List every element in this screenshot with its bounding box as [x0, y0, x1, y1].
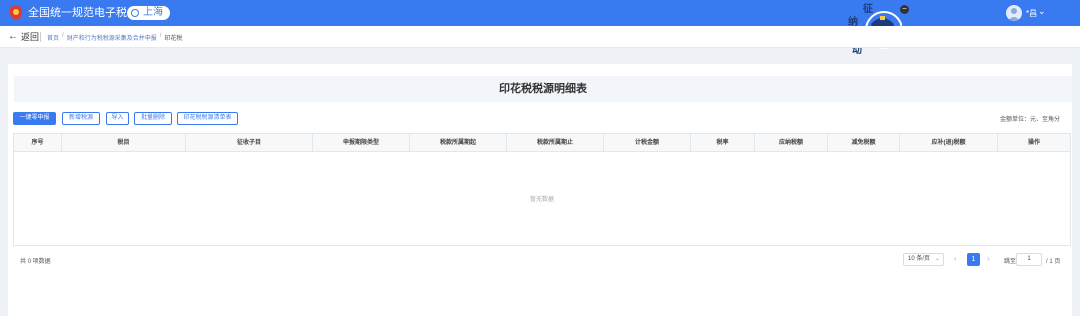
divider — [40, 32, 41, 42]
back-label: 返回 — [21, 32, 40, 42]
chevron-down-icon: ⌄ — [934, 256, 940, 262]
column-header: 税率 — [691, 134, 755, 152]
column-header: 税目 — [62, 134, 186, 152]
page-size-select[interactable]: 10 条/页 ⌄ — [903, 253, 944, 266]
user-icon — [1008, 8, 1020, 21]
breadcrumb-separator: / — [62, 33, 64, 39]
breadcrumb-home[interactable]: 首页 — [47, 33, 59, 42]
breadcrumb: 首页 / 财产和行为税税源采集及合并申报 / 印花税 — [47, 33, 182, 42]
column-header: 序号 — [14, 134, 62, 152]
region-label: 上海 — [143, 7, 163, 18]
page-number-current[interactable]: 1 — [967, 253, 980, 266]
column-header: 税款所属期起 — [410, 134, 507, 152]
page-title: 印花税税源明细表 — [499, 83, 587, 95]
tax-source-table: 序号 税目 征收子目 申报期限类型 税款所属期起 税款所属期止 计税金额 税率 … — [13, 133, 1071, 246]
column-header: 减免税额 — [828, 134, 900, 152]
print-source-list-button[interactable]: 印花税税源清单表 — [177, 112, 238, 125]
back-button[interactable]: ← 返回 — [8, 30, 39, 43]
goto-page-input[interactable]: 1 — [1016, 253, 1042, 266]
breadcrumb-separator: / — [159, 33, 162, 39]
amount-unit-label: 金额单位：元、至角分 — [1000, 117, 1061, 123]
location-icon — [131, 9, 139, 17]
next-page-icon[interactable]: › — [987, 254, 990, 263]
one-click-zero-declare-button[interactable]: 一键零申报 — [13, 112, 56, 125]
total-pages: / 1 页 — [1046, 259, 1061, 265]
column-header: 税款所属期止 — [507, 134, 604, 152]
username[interactable]: *昌 — [1026, 8, 1037, 19]
arrow-left-icon: ← — [8, 31, 18, 42]
add-tax-source-button[interactable]: 新增税源 — [62, 112, 100, 125]
goto-label: 跳至 — [1004, 259, 1017, 265]
import-button[interactable]: 导入 — [106, 112, 129, 125]
page-size-value: 10 条/页 — [908, 256, 931, 262]
column-header: 计税金额 — [604, 134, 691, 152]
breadcrumb-current: 印花税 — [164, 36, 183, 42]
table-header: 序号 税目 征收子目 申报期限类型 税款所属期起 税款所属期止 计税金额 税率 … — [14, 134, 1070, 152]
avatar[interactable] — [1006, 5, 1022, 21]
form-title-bar: 印花税税源明细表 — [14, 76, 1072, 102]
column-header: 应补(退)税额 — [900, 134, 998, 152]
batch-delete-button[interactable]: 批量删除 — [134, 112, 172, 125]
empty-state: 暂无数据 — [529, 197, 554, 203]
prev-page-icon[interactable]: ‹ — [954, 254, 957, 263]
chevron-down-icon[interactable]: ⌄ — [1038, 6, 1046, 17]
region-selector[interactable]: 上海 — [127, 6, 170, 20]
column-header: 操作 — [1027, 140, 1040, 146]
column-header: 应纳税额 — [755, 134, 828, 152]
mascot-char-1: 征 — [863, 2, 873, 15]
tax-emblem-icon — [10, 5, 22, 20]
minimize-icon[interactable]: − — [900, 5, 909, 14]
column-header: 征收子目 — [186, 134, 313, 152]
total-count: 共 0 项数据 — [20, 259, 51, 265]
column-header: 申报期限类型 — [313, 134, 410, 152]
breadcrumb-property-tax[interactable]: 财产和行为税税源采集及合并申报 — [67, 33, 157, 42]
